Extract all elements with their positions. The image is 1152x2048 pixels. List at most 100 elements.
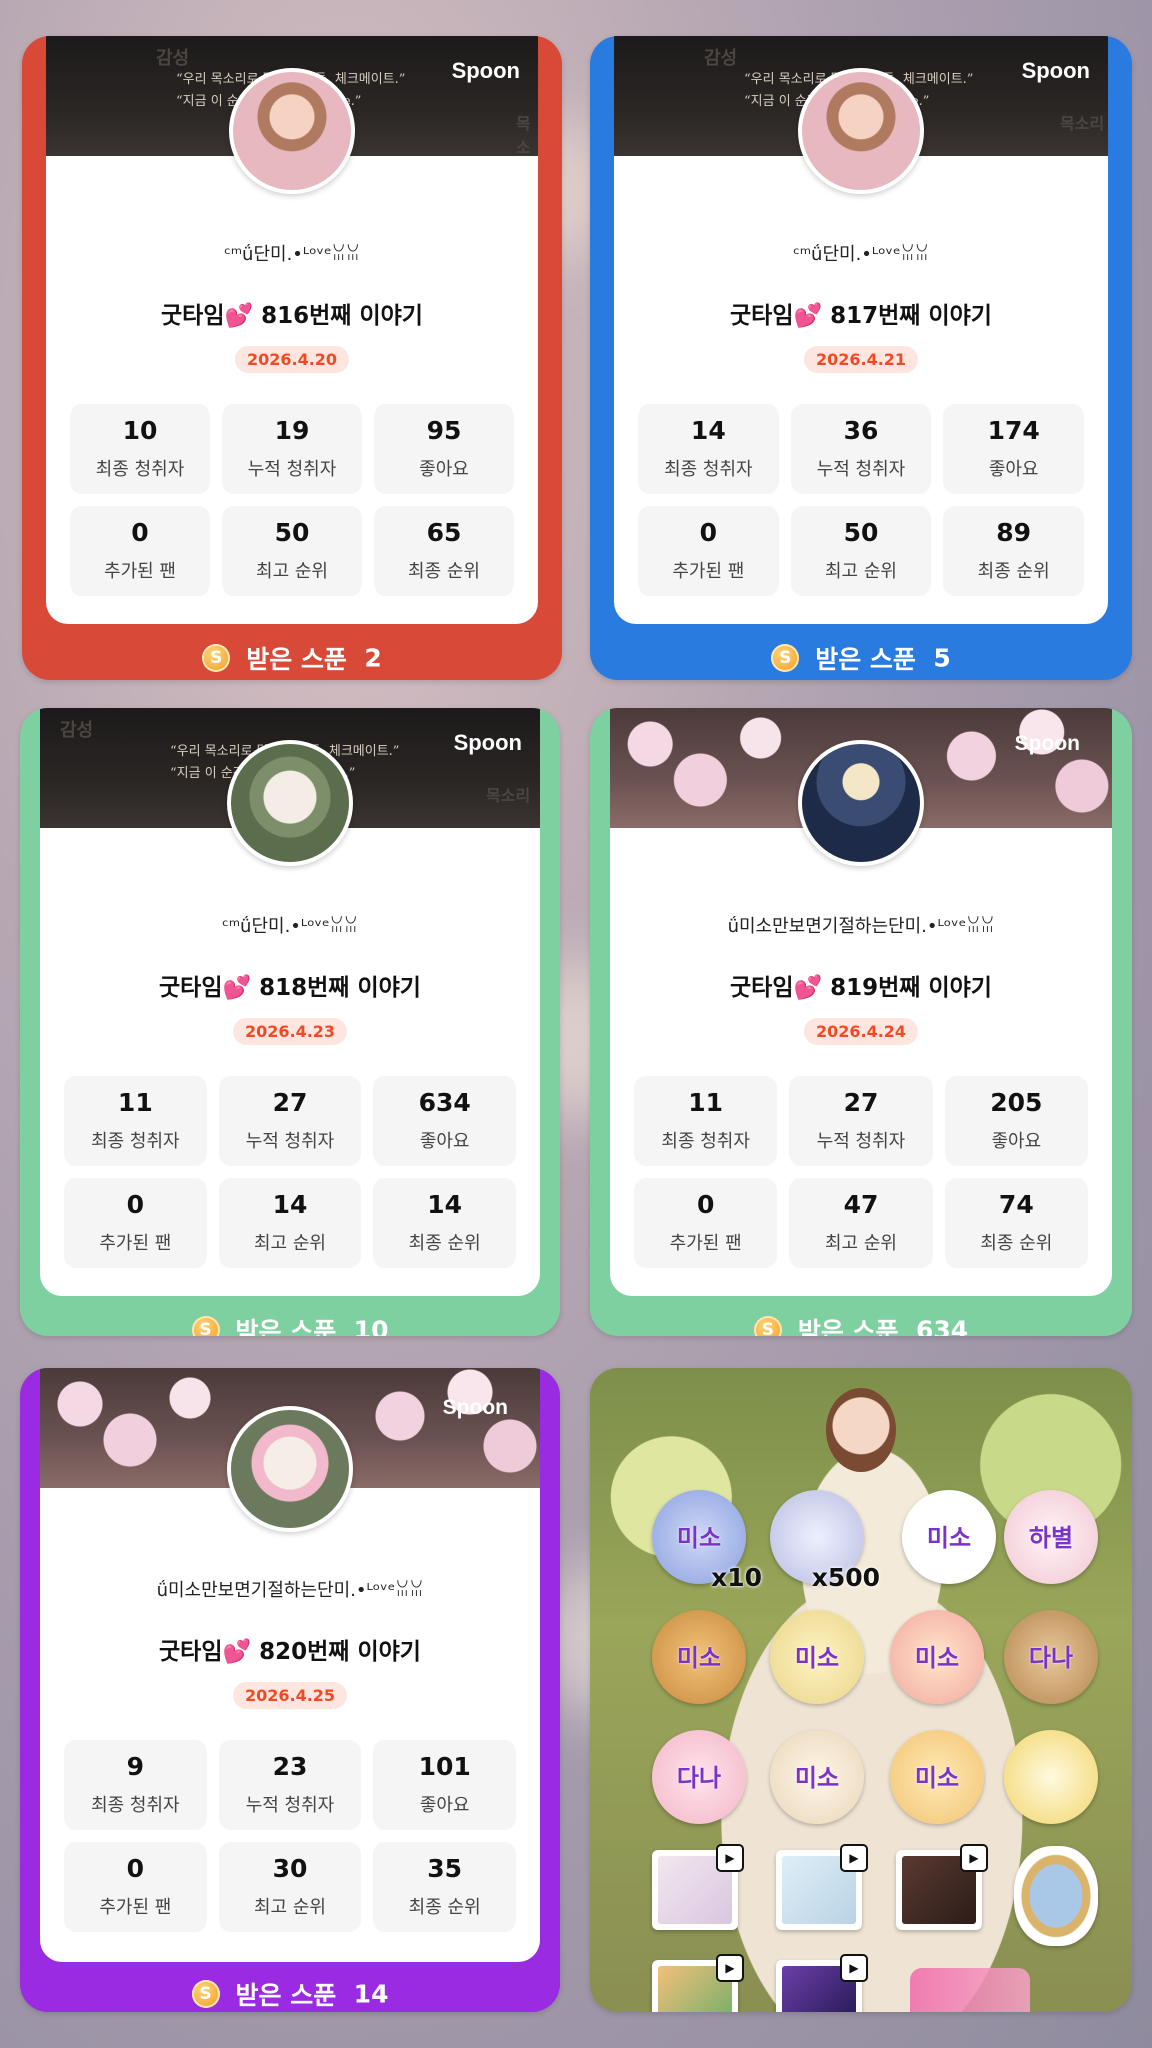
play-icon[interactable]: ▶ [960,1844,988,1872]
stats-grid: 10 최종 청취자 19 누적 청취자 95 좋아요 0 추가된 팬 50 최고 순위 6… [70,404,514,596]
broadcast-card-820[interactable]: Spoon ǘ미소만보면기절하는단미.•ᴸᵒᵛᵉꈍꈍ 굿타임💕 820번째 이야… [20,1368,560,2012]
sticker-heart-smile[interactable]: 미소 x10 [652,1490,762,1592]
stat-new-fans: 0 추가된 팬 [64,1842,207,1932]
stat-label: 추가된 팬 [99,1897,172,1918]
avatar[interactable] [798,740,924,866]
spoon-logo: Spoon [442,1396,508,1419]
stat-label: 누적 청취자 [816,459,906,480]
card-body: ᶜᵐǘ단미.•ᴸᵒᵛᵉꈍꈍ 굿타임💕 817번째 이야기 2026.4.21 1… [614,156,1108,624]
stat-value: 30 [272,1854,308,1883]
sticker-tulip-smile[interactable]: 미소 [890,1610,984,1704]
stat-value: 23 [272,1752,308,1781]
broadcast-card-817[interactable]: 감성 목소리 “우리 목소리로 닿는 순간들, 체크메이트.” “지금 이 순간… [590,36,1132,680]
broadcast-card-819[interactable]: Spoon ǘ미소만보면기절하는단미.•ᴸᵒᵛᵉꈍꈍ 굿타임💕 819번째 이야… [590,708,1132,1336]
stat-value: 11 [117,1088,153,1117]
sticker-rose-smile[interactable]: 미소 [770,1610,864,1704]
stat-label: 최종 순위 [408,1897,481,1918]
stat-value: 89 [996,518,1032,547]
host-nickname: ᶜᵐǘ단미.•ᴸᵒᵛᵉꈍꈍ [224,244,360,265]
stat-new-fans: 0 추가된 팬 [638,506,779,596]
sticker-lamp-smile[interactable]: 미소 [770,1730,864,1824]
sticker-silver-heart[interactable]: x500 [770,1490,880,1592]
sticker-popcorn-habyeol[interactable]: 하별 [1004,1490,1098,1584]
broadcast-title: 굿타임💕 818번째 이야기 [159,975,421,1001]
stat-label: 최종 청취자 [91,1131,180,1152]
video-sticker[interactable]: ▶ [776,1844,868,1930]
video-sticker[interactable]: ▶ [652,1844,744,1930]
stat-value: 35 [427,1854,463,1883]
spoons-label: 받은 스푼 [815,645,916,674]
stat-likes: 101 좋아요 [373,1740,516,1830]
spoons-count: 5 [933,643,951,673]
play-icon[interactable]: ▶ [840,1844,868,1872]
stat-value: 27 [843,1088,879,1117]
stat-value: 11 [688,1088,724,1117]
play-icon[interactable]: ▶ [840,1954,868,1982]
stat-value: 74 [998,1190,1034,1219]
stat-final-rank: 35 최종 순위 [373,1842,516,1932]
stat-label: 좋아요 [419,1131,470,1152]
stat-value: 0 [126,1190,145,1219]
sticker-collection-panel: 미소 x10 x500 미소 하별 미소 미소 미소 다나 다나 미소 미소 ▶ … [590,1368,1132,2012]
stat-likes: 95 좋아요 [374,404,514,494]
card-body: ᶜᵐǘ단미.•ᴸᵒᵛᵉꈍꈍ 굿타임💕 816번째 이야기 2026.4.20 1… [46,156,538,624]
stats-grid: 14 최종 청취자 36 누적 청취자 174 좋아요 0 추가된 팬 50 최고 순위 … [638,404,1084,596]
sticker-quantity: x10 [711,1563,762,1592]
video-sticker[interactable]: ▶ [776,1954,868,2012]
mirror-sticker[interactable] [1014,1846,1098,1946]
sticker-box-dana[interactable]: 다나 [652,1730,746,1824]
sticker-macaron-smile[interactable]: 미소 [652,1610,746,1704]
stat-likes: 634 좋아요 [373,1076,516,1166]
host-nickname: ᶜᵐǘ단미.•ᴸᵒᵛᵉꈍꈍ [222,916,358,937]
stat-new-fans: 0 추가된 팬 [634,1178,778,1268]
broadcast-date: 2026.4.20 [234,346,350,373]
stat-total-listeners: 23 누적 청취자 [218,1740,362,1830]
sticker-label: 미소 [794,1764,840,1792]
play-icon[interactable]: ▶ [716,1844,744,1872]
stat-label: 추가된 팬 [672,561,745,582]
stat-label: 최고 순위 [254,1233,326,1254]
stat-value: 10 [122,416,158,445]
video-sticker[interactable]: ▶ [652,1954,744,2012]
stat-final-rank: 74 최종 순위 [944,1178,1088,1268]
stat-label: 최종 청취자 [664,459,753,480]
avatar[interactable] [798,68,924,194]
stat-value: 0 [126,1854,145,1883]
sticker-label: 미소 [914,1644,960,1672]
stat-total-listeners: 27 누적 청취자 [789,1076,933,1166]
stat-likes: 174 좋아요 [943,404,1084,494]
video-sticker[interactable]: ▶ [896,1844,988,1930]
spoons-received: S 받은 스푼 14 [20,1976,560,2012]
avatar[interactable] [227,740,353,866]
broadcast-card-816[interactable]: 감성 목소리 “우리 목소리로 닿는 순간들, 체크메이트.” “지금 이 순간… [22,36,562,680]
spoons-count: 14 [353,1979,389,2009]
stat-final-listeners: 11 최종 청취자 [64,1076,207,1166]
avatar[interactable] [229,68,355,194]
broadcast-card-818[interactable]: 감성 목소리 “우리 목소리로 닿는 순간들, 체크메이트.” “지금 이 순간… [20,708,560,1336]
stats-grid: 9 최종 청취자 23 누적 청취자 101 좋아요 0 추가된 팬 30 최고 순위 3… [64,1740,516,1932]
stat-label: 좋아요 [419,1795,470,1816]
play-icon[interactable]: ▶ [716,1954,744,1982]
stat-value: 9 [126,1752,145,1781]
stat-final-listeners: 11 최종 청취자 [634,1076,778,1166]
spoon-coin-icon: S [191,1980,220,2008]
decorative-script-art [910,1968,1030,2012]
sticker-chick-bell[interactable] [1004,1730,1098,1824]
stat-value: 50 [274,518,310,547]
stat-final-listeners: 14 최종 청취자 [638,404,779,494]
avatar[interactable] [227,1406,353,1532]
stat-value: 634 [418,1088,471,1117]
sticker-chick-smile[interactable]: 미소 [890,1730,984,1824]
character-illustration [826,1388,896,1472]
stat-label: 최종 순위 [408,1233,481,1254]
host-nickname: ᶜᵐǘ단미.•ᴸᵒᵛᵉꈍꈍ [793,244,929,265]
sticker-cup-smile[interactable]: 미소 [902,1490,996,1584]
stat-value: 205 [990,1088,1043,1117]
stat-value: 65 [426,518,462,547]
spoon-logo: Spoon [451,58,520,83]
sticker-basket-dana[interactable]: 다나 [1004,1610,1098,1704]
sticker-label: 미소 [676,1644,722,1672]
banner-word: 목소리 [486,786,531,805]
spoons-label: 받은 스푼 [797,1317,899,1336]
spoons-label: 받은 스푼 [246,645,347,674]
